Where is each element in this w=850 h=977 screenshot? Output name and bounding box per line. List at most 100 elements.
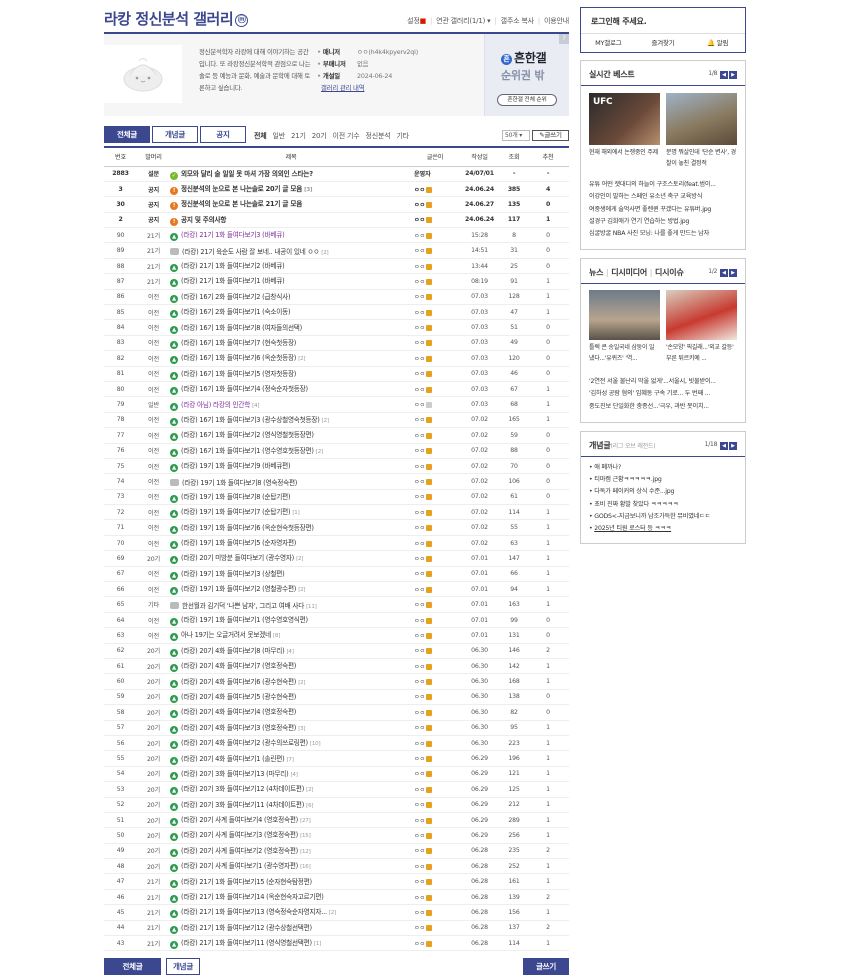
post-title-cell[interactable]: ▲ (라캉) 19기 1화 들여다보기5 (순자영자편) <box>170 535 412 552</box>
post-writer[interactable]: ㅇㅇ <box>412 427 458 444</box>
comment-count[interactable]: [6] <box>306 803 313 809</box>
table-row[interactable]: 57 20기 ▲ (라캉) 20기 4화 들여다보기3 (영호정숙편) [3] ㅇㅇ 06.… <box>104 720 569 736</box>
news-item[interactable]: '2연전 서울 불난리 막울 없게'...서울시, 빗물받이... <box>589 376 741 388</box>
post-writer[interactable]: ㅇㅇ <box>412 350 458 367</box>
head-general[interactable]: 일반 <box>272 132 285 140</box>
post-title[interactable]: 공지 및 주의사항 <box>181 216 226 224</box>
table-row[interactable]: 73 이전 ▲ (라캉) 19기 1화 들여다보기8 (순탑기편) ㅇㅇ 07.02 61 0 <box>104 489 569 506</box>
post-title[interactable]: (라캉) 20기 4화 들여다보기2 (광수의쓰로링편) <box>181 739 308 747</box>
table-row[interactable]: 62 20기 ▲ (라캉) 20기 4화 들여다보기8 (마무리) [4] ㅇㅇ 06.30… <box>104 643 569 660</box>
post-title-cell[interactable]: ! 정신분석의 눈으로 본 나는솔로 21기 글 모음 <box>170 196 412 213</box>
table-row[interactable]: 44 21기 ▲ (라캉) 21기 1화 들여다보기12 (광수상철선택편) ㅇㅇ 06.… <box>104 920 569 937</box>
post-title-cell[interactable]: ▲ (라캉) 19기 1화 들여다보기8 (순탑기편) <box>170 489 412 506</box>
best-thumbnail-2[interactable] <box>666 93 737 145</box>
post-title-cell[interactable]: ▲ (라캉) 21기 1화 들여다보기1 (바베큐) <box>170 273 412 290</box>
comment-count[interactable]: [16] <box>300 864 311 870</box>
comment-count[interactable]: [2] <box>298 356 305 362</box>
post-title-cell[interactable]: ▲ (라캉) 19기 1화 들여다보기2 (영철광수편) [2] <box>170 581 412 598</box>
post-title[interactable]: (라캉) 16기 1화 들여다보기5 (영자첫등장) <box>181 370 296 378</box>
best-item[interactable]: 설경구 김희애가 연기 연습하는 방법.jpg <box>589 216 741 228</box>
post-title[interactable]: (라캉) 19기 1화 들여다보기8 (순탑기편) <box>181 493 291 501</box>
best-item[interactable]: 유튜 어떤 잿대디의 하늘이 구조스토리(feat.범이... <box>589 179 741 191</box>
comment-count[interactable]: [10] <box>310 741 321 747</box>
post-title-cell[interactable]: ▲ (라캉) 20기 4화 들여다보기8 (마무리) [4] <box>170 643 412 660</box>
post-writer[interactable]: ㅇㅇ <box>412 319 458 336</box>
tab-notice[interactable]: 공지 <box>200 126 246 143</box>
comment-count[interactable]: [2] <box>321 250 328 256</box>
post-writer[interactable]: ㅇㅇ <box>412 181 458 198</box>
post-title-cell[interactable]: ▲ (라캉) 19기 1화 들여다보기3 (상철편) <box>170 566 412 583</box>
post-writer[interactable]: ㅇㅇ <box>412 750 458 767</box>
comment-count[interactable]: [27] <box>300 818 311 824</box>
post-title-cell[interactable]: ! 정신분석의 눈으로 본 나는솔로 20기 글 모음 [3] <box>170 181 412 198</box>
concept-item[interactable]: • 2025년 티원 로스터 등 ㅋㅋㅋ <box>589 523 741 535</box>
rank-banner[interactable]: ? 흔 흔한갤 순위권 밖 흔한갤 전체 순위 <box>484 34 569 116</box>
table-row[interactable]: 70 이전 ▲ (라캉) 19기 1화 들여다보기5 (순자영자편) ㅇㅇ 07.02 63… <box>104 535 569 552</box>
best-item[interactable]: 여중생에게 술먹사면 좋렌퀸 꾸겠다는 유튜버.jpg <box>589 204 741 216</box>
news-item[interactable]: '김하성 공람 혐의' 임혜동 구속 기로... 두 번째 ... <box>589 388 741 400</box>
post-writer[interactable]: ㅇㅇ <box>412 873 458 890</box>
post-writer[interactable]: ㅇㅇ <box>412 689 458 706</box>
post-title-cell[interactable]: ▲ (라캉) 20기 4화 들여다보기6 (광수현숙편) [2] <box>170 673 412 690</box>
post-writer[interactable]: ㅇㅇ <box>412 781 458 798</box>
head-20[interactable]: 20기 <box>312 132 327 140</box>
post-writer[interactable]: ㅇㅇ <box>412 366 458 382</box>
post-title[interactable]: (라캉) 20기 4화 들여다보기7 (영호정숙편) <box>181 662 296 670</box>
post-writer[interactable]: ㅇㅇ <box>412 627 458 644</box>
concept-item[interactable]: • 초비 진짜 황발 찾았다 ㅋㅋㅋㅋㅋ <box>589 499 741 511</box>
post-title-cell[interactable]: ▲ (라캉) 20기 4화 들여다보기2 (광수의쓰로링편) [10] <box>170 735 412 752</box>
next-arrow-icon[interactable]: ▶ <box>729 442 737 450</box>
concept-item[interactable]: • GODS<-지금보니까 남조가득한 뮤비였네ㄷㄷ <box>589 511 741 523</box>
post-title[interactable]: (라캉) 20기 사계 들여다보기1 (광수영자편) <box>181 862 298 870</box>
table-row[interactable]: 81 이전 ▲ (라캉) 16기 1화 들여다보기5 (영자첫등장) ㅇㅇ 07.03 46… <box>104 366 569 382</box>
post-writer[interactable]: 운영자 <box>412 166 458 182</box>
favorites-link[interactable]: 즐겨찾기 <box>636 34 691 53</box>
post-title-cell[interactable]: ▲ (라캉) 21기 1화 들여다보기15 (순자현숙탐정편) <box>170 873 412 890</box>
news-thumbnail-1[interactable] <box>589 290 660 340</box>
table-row[interactable]: 63 이전 ▲ 아나 19기는 오글거려서 못보겠네 [8] ㅇㅇ 07.01 131 0 <box>104 627 569 644</box>
post-title-cell[interactable]: ▲ (라캉) 21기 1화 들여다보기13 (영숙정숙순자영지자... [2] <box>170 904 412 921</box>
post-title-cell[interactable]: ▲ (라캉) 20기 사계 들여다보기3 (영호정숙편) [15] <box>170 827 412 844</box>
post-title-cell[interactable]: ▲ (라캉) 16기 2화 들여다보기1 (숙소이동) <box>170 304 412 321</box>
table-row[interactable]: 89 21기 (라캉) 21기 육순도 사람 잘 보네.. 내공이 있네 ㅇㅇ [2]… <box>104 242 569 259</box>
post-title[interactable]: (라캉) 20기 사계 들여다보기2 (영호정숙편) <box>181 847 298 855</box>
post-title[interactable]: (라캉) 21기 1화 들여다보기1 (바베큐) <box>181 277 285 285</box>
comment-count[interactable]: [8] <box>273 633 280 639</box>
head-etc[interactable]: 기타 <box>396 132 409 140</box>
post-title-cell[interactable]: ▲ (라캉) 16기 1화 들여다보기7 (현숙첫등장) <box>170 335 412 352</box>
post-writer[interactable]: ㅇㅇ <box>412 766 458 783</box>
post-writer[interactable]: ㅇㅇ <box>412 581 458 598</box>
post-title[interactable]: (라캉) 16기 1화 들여다보기2 (영식영철첫등장편) <box>181 431 314 439</box>
post-title[interactable]: (라캉) 16기 2화 들여다보기2 (급창식사) <box>181 293 291 301</box>
comment-count[interactable]: [3] <box>298 726 305 732</box>
post-title-cell[interactable]: ▲ (라캉) 20기 4화 들여다보기5 (광수현숙편) <box>170 689 412 706</box>
post-title[interactable]: (라캉) 20기 4화 들여다보기3 (영호정숙편) <box>181 724 296 732</box>
comment-count[interactable]: [4] <box>286 649 293 655</box>
post-title-cell[interactable]: ▲ (라캉) 16기 2화 들여다보기2 (급창식사) <box>170 289 412 306</box>
post-title-cell[interactable]: ▲ (라캉) 19기 1화 들여다보기7 (순탑기편) [1] <box>170 504 412 521</box>
table-row[interactable]: 49 20기 ▲ (라캉) 20기 사계 들여다보기2 (영호정숙편) [12] ㅇㅇ 06… <box>104 843 569 860</box>
post-title-cell[interactable]: 한선월과 김기덕 '나쁜 남자', 그리고 여배 사다 [11] <box>170 596 412 613</box>
table-row[interactable]: 3 공지! 정신분석의 눈으로 본 나는솔로 20기 글 모음 [3] ㅇㅇ 24.06.… <box>104 181 569 198</box>
table-row[interactable]: 52 20기 ▲ (라캉) 20기 3화 들여다보기11 (4차데이트편) [6] ㅇㅇ 0… <box>104 797 569 813</box>
post-title-cell[interactable]: ✓ 외모와 달리 술 일일 못 마셔 가장 의외인 스타는? <box>170 166 412 182</box>
table-row[interactable]: 69 20기 ▲ (라캉) 20기 미방분 들여다보기 (광수영자) [2] ㅇㅇ 07.0… <box>104 550 569 567</box>
post-title-cell[interactable]: ▲ (라캉) 16기 1화 들여다보기6 (옥순첫등장) [2] <box>170 350 412 367</box>
related-gallery-link[interactable]: 연관 갤러리(1/1) ▾ <box>436 17 490 25</box>
post-title-cell[interactable]: ▲ (라캉) 16기 1화 들여다보기3 (광수상철영숙첫등장) [2] <box>170 412 412 429</box>
comment-count[interactable]: [4] <box>252 403 259 409</box>
comment-count[interactable]: [12] <box>300 849 311 855</box>
post-title-cell[interactable]: ▲ (라캉) 20기 4화 들여다보기7 (영호정숙편) <box>170 658 412 675</box>
table-row[interactable]: 86 이전 ▲ (라캉) 16기 2화 들여다보기2 (급창식사) ㅇㅇ 07.03 128… <box>104 289 569 306</box>
post-title-cell[interactable]: ▲ (라캉) 19기 1화 들여다보기1 (영수영호영식편) <box>170 612 412 629</box>
comment-count[interactable]: [2] <box>329 910 336 916</box>
post-title[interactable]: (라캉) 20기 사계 들여다보기4 (영호정숙편) <box>181 816 298 824</box>
post-writer[interactable]: ㅇㅇ <box>412 889 458 906</box>
table-row[interactable]: 80 이전 ▲ (라캉) 16기 1화 들여다보기4 (정숙순자첫등장) ㅇㅇ 07.03… <box>104 381 569 398</box>
table-row[interactable]: 50 20기 ▲ (라캉) 20기 사계 들여다보기3 (영호정숙편) [15] ㅇㅇ 06… <box>104 827 569 844</box>
head-psychoanalysis[interactable]: 정신분석 <box>365 132 390 140</box>
comment-count[interactable]: [1] <box>292 510 299 516</box>
post-writer[interactable]: ㅇㅇ <box>412 812 458 829</box>
post-writer[interactable]: ㅇㅇ <box>412 535 458 552</box>
write-button-bottom[interactable]: 글쓰기 <box>523 958 569 975</box>
